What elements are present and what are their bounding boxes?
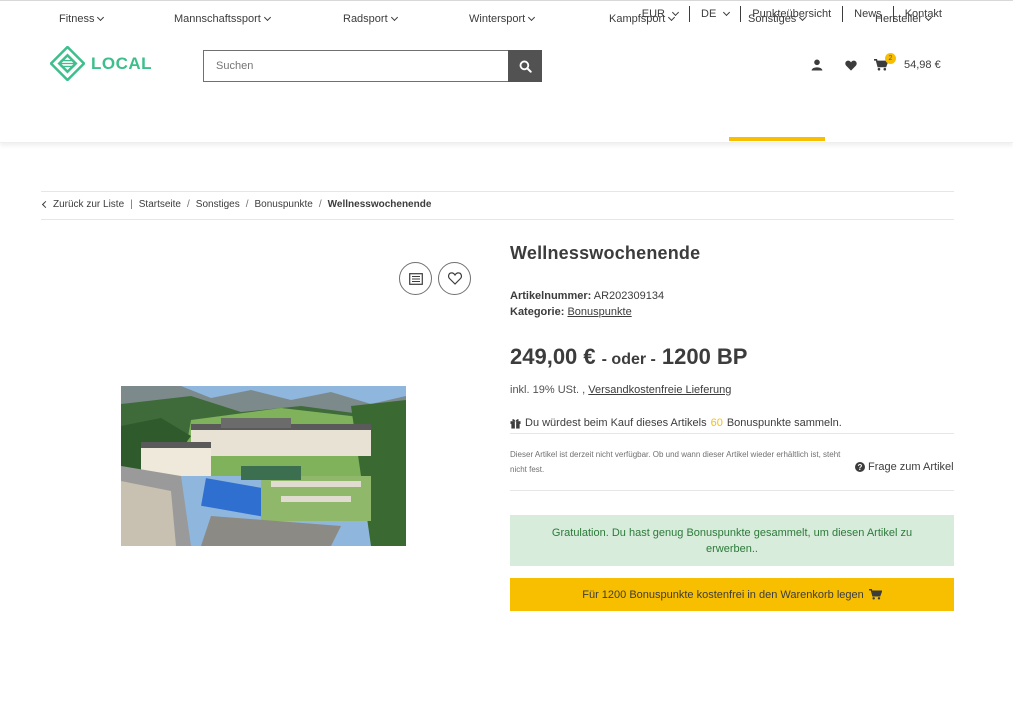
price-value: 249,00 € <box>510 344 596 369</box>
divider <box>41 219 954 220</box>
cart-total: 54,98 € <box>904 59 941 71</box>
bonus-text-after: Bonuspunkte sammeln. <box>726 417 842 429</box>
nav-label: Kampfsport <box>609 13 666 25</box>
nav-item-wintersport[interactable]: Wintersport <box>469 9 536 29</box>
breadcrumb-separator: / <box>318 198 322 210</box>
hotel-photo <box>121 386 406 546</box>
wishlist-button[interactable] <box>844 58 858 72</box>
compare-button[interactable] <box>399 262 432 295</box>
breadcrumb-item[interactable]: Sonstiges <box>196 199 240 210</box>
divider <box>41 191 954 192</box>
nav-item-mannschaftssport[interactable]: Mannschaftssport <box>174 9 271 29</box>
nav-item-kampfsport[interactable]: Kampfsport <box>609 9 676 29</box>
nav-label: Fitness <box>59 13 95 25</box>
divider <box>510 433 954 434</box>
chevron-down-icon <box>390 13 398 22</box>
nav-item-radsport[interactable]: Radsport <box>343 9 398 29</box>
nav-label: Wintersport <box>469 13 526 25</box>
vat-info: inkl. 19% USt. , Versandkostenfreie Lief… <box>510 384 731 396</box>
breadcrumb-item[interactable]: Startseite <box>139 199 181 210</box>
success-alert: Gratulation. Du hast genug Bonuspunkte g… <box>510 515 954 566</box>
nav-item-sonstiges[interactable]: Sonstiges <box>748 9 807 29</box>
product-title: Wellnesswochenende <box>510 243 701 263</box>
add-to-cart-button[interactable]: Für 1200 Bonuspunkte kostenfrei in den W… <box>510 578 954 611</box>
add-to-cart-label: Für 1200 Bonuspunkte kostenfrei in den W… <box>582 588 864 601</box>
nav-label: Sonstiges <box>748 13 797 25</box>
nav-label: Mannschaftssport <box>174 13 261 25</box>
chevron-down-icon <box>723 8 731 17</box>
sku-row: Artikelnummer: AR202309134 <box>510 290 664 302</box>
add-to-wishlist-button[interactable] <box>438 262 471 295</box>
category-label: Kategorie: <box>510 306 565 318</box>
breadcrumb-separator: / <box>245 198 249 210</box>
cart-button[interactable]: 2 54,98 € <box>874 53 941 71</box>
search-input[interactable] <box>203 50 508 82</box>
search-form <box>203 50 542 82</box>
language-dropdown[interactable]: DE <box>690 6 740 22</box>
wishlist-icon <box>447 272 462 285</box>
price-points: 1200 BP <box>661 344 748 369</box>
nav-item-fitness[interactable]: Fitness <box>59 9 105 29</box>
header-actions: 2 54,98 € <box>810 53 941 72</box>
price-row: 249,00 € - oder - 1200 BP <box>510 344 747 370</box>
sku-label: Artikelnummer: <box>510 290 592 302</box>
active-nav-indicator <box>729 137 825 141</box>
shipping-link[interactable]: Versandkostenfreie Lieferung <box>588 384 731 396</box>
bonus-text-before: Du würdest beim Kauf dieses Artikels <box>525 417 707 429</box>
category-row: Kategorie: Bonuspunkte <box>510 306 632 318</box>
chevron-left-icon <box>41 200 50 208</box>
nav-label: Hersteller <box>875 13 923 25</box>
bonus-points-value: 60 <box>710 417 723 429</box>
price-or: - oder - <box>601 351 656 368</box>
nav-label: Radsport <box>343 13 388 25</box>
compare-icon <box>408 272 423 285</box>
logo-text: LOCAL <box>91 53 153 73</box>
vat-text: inkl. 19% USt. , <box>510 384 586 396</box>
category-nav <box>0 103 1013 143</box>
breadcrumb-separator: | <box>130 198 133 210</box>
cart-icon <box>868 589 882 600</box>
question-label: Frage zum Artikel <box>868 461 954 473</box>
logo-icon <box>50 46 85 81</box>
back-to-list-link[interactable]: Zurück zur Liste <box>53 199 124 210</box>
gift-icon <box>510 418 521 429</box>
chevron-down-icon <box>263 13 271 22</box>
breadcrumb: Zurück zur Liste | Startseite / Sonstige… <box>41 197 431 211</box>
top-border <box>0 0 1013 1</box>
cart-count-badge: 2 <box>885 53 896 64</box>
chevron-down-icon <box>799 13 807 22</box>
question-icon: ? <box>855 462 865 472</box>
logo[interactable]: LOCAL <box>50 46 152 81</box>
user-icon <box>811 59 823 71</box>
breadcrumb-item[interactable]: Bonuspunkte <box>254 199 312 210</box>
bonus-points-info: Du würdest beim Kauf dieses Artikels 60 … <box>510 417 842 429</box>
search-button[interactable] <box>508 50 542 82</box>
availability-note: Dieser Artikel ist derzeit nicht verfügb… <box>510 450 841 474</box>
language-label: DE <box>701 8 717 20</box>
chevron-down-icon <box>528 13 536 22</box>
product-image[interactable] <box>121 386 406 546</box>
breadcrumb-separator: / <box>187 198 190 210</box>
breadcrumb-current: Wellnesswochenende <box>327 198 432 210</box>
chevron-down-icon <box>668 13 676 22</box>
category-link[interactable]: Bonuspunkte <box>567 306 631 318</box>
nav-item-hersteller[interactable]: Hersteller <box>875 9 933 29</box>
chevron-down-icon <box>97 13 105 22</box>
account-button[interactable] <box>810 58 824 72</box>
sku-value: AR202309134 <box>593 290 665 302</box>
heart-icon <box>845 60 857 71</box>
search-icon <box>519 60 532 73</box>
question-link[interactable]: ? Frage zum Artikel <box>855 461 954 473</box>
divider <box>510 490 954 491</box>
chevron-down-icon <box>925 13 933 22</box>
